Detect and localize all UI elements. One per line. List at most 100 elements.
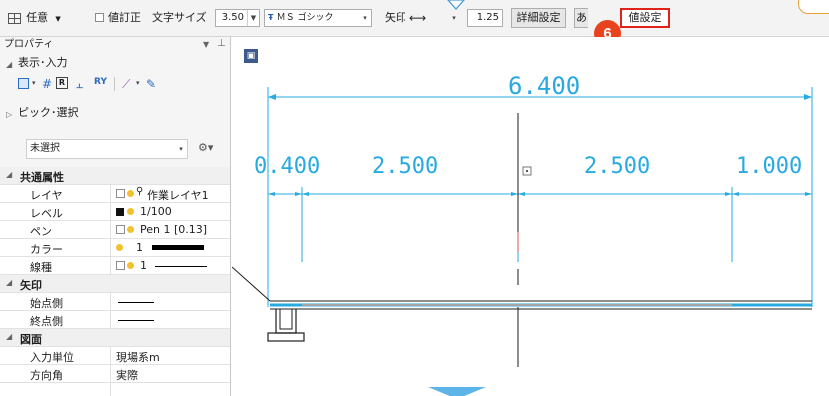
grid-divider (110, 239, 111, 257)
row-layer-value: 作業レイヤ1 (147, 189, 209, 202)
row-layer-key: レイヤ (30, 189, 63, 202)
row-input-unit[interactable]: 入力単位 現場系m (0, 347, 230, 365)
bulb-icon (127, 226, 134, 233)
layer-checkbox[interactable] (116, 189, 125, 198)
row-pen-value: Pen 1 [0.13] (140, 223, 208, 236)
overall-dimension[interactable]: 6.400 (508, 73, 580, 99)
value-correct-label: 値訂正 (108, 11, 141, 24)
dimension-2[interactable]: 2.500 (372, 155, 438, 179)
grid-divider (110, 203, 111, 221)
dimension-3[interactable]: 2.500 (584, 155, 650, 179)
category-arrow[interactable]: ◢ 矢印 (0, 275, 230, 293)
row-linetype-value: 1 (140, 259, 147, 272)
bulb-icon (127, 190, 134, 197)
row-color-value: 1 (136, 241, 143, 254)
eyedropper-icon[interactable]: ✎ (146, 77, 156, 91)
bulb-icon (116, 244, 123, 251)
selection-dropdown[interactable]: 未選択 ▾ (26, 139, 188, 159)
line-sample (155, 266, 207, 267)
grid-divider (110, 365, 111, 383)
font-combo[interactable]: Ŧ ＭＳ ゴシック ▾ (264, 9, 372, 27)
category-drawing-label: 図面 (20, 333, 42, 346)
partial-button[interactable]: あ (574, 8, 588, 28)
row-linetype-key: 線種 (30, 261, 52, 274)
chevron-down-icon[interactable]: ▾ (32, 79, 36, 87)
row-level[interactable]: レベル 1/100 (0, 203, 230, 221)
arrow-size-input[interactable]: 1.25 (467, 9, 503, 27)
section-pick-select[interactable]: ピック･選択 (18, 106, 79, 120)
top-pointer-icon (447, 0, 465, 10)
row-color[interactable]: カラー 1 (0, 239, 230, 257)
chevron-down-icon: ▼ (247, 10, 259, 26)
chevron-down-icon[interactable]: ▾ (136, 79, 140, 87)
text-size-label: 文字サイズ (152, 11, 207, 24)
double-arrow-icon: ⟷ (409, 11, 427, 25)
mode-dropdown[interactable]: 任意 ▼ (4, 9, 62, 27)
grid-divider (110, 311, 111, 329)
row-end-side[interactable]: 終点側 (0, 311, 230, 329)
row-pen-key: ペン (30, 225, 52, 238)
color-bar (152, 245, 204, 250)
ruler-icon[interactable]: R (56, 77, 68, 89)
expand-icon[interactable]: ▷ (6, 108, 12, 122)
collapse-icon: ◢ (6, 170, 13, 179)
panel-header: プロパティ ▼ ⊥ (0, 37, 230, 53)
magnifier-icon: ⚲ (136, 186, 144, 197)
row-level-value: 1/100 (140, 205, 172, 218)
font-value: ＭＳ ゴシック (276, 13, 334, 23)
bulb-icon (127, 262, 134, 269)
arrow-label: 矢印 (385, 11, 407, 24)
collapse-icon: ◢ (6, 278, 13, 287)
bulb-icon (127, 208, 134, 215)
drawing-canvas[interactable]: ▣ 6.400 0.400 2.500 2.500 1.000 (232, 37, 829, 396)
row-pen[interactable]: ペン Pen 1 [0.13] (0, 221, 230, 239)
row-direction[interactable]: 方向角 実際 (0, 365, 230, 383)
toolbar: 任意 ▼ 値訂正 文字サイズ 3.50 ▼ Ŧ ＭＳ ゴシック ▾ 矢印 ⟷ ▾… (0, 0, 829, 37)
category-common-label: 共通属性 (20, 171, 64, 184)
row-end-side-key: 終点側 (30, 315, 63, 328)
grid-divider (110, 185, 111, 203)
coordinate-icon[interactable]: RY (94, 77, 107, 87)
chevron-down-icon: ▾ (452, 14, 456, 22)
section-display-input[interactable]: 表示･入力 (18, 56, 68, 70)
display-icon-row: ▾ # R ⫠ RY ⟋ ▾ ✎ (18, 77, 198, 93)
panel-menu-icon[interactable]: ▼ (203, 38, 209, 52)
row-start-side[interactable]: 始点側 (0, 293, 230, 311)
category-common[interactable]: ◢ 共通属性 (0, 167, 230, 185)
row-direction-value: 実際 (116, 369, 138, 382)
row-start-side-key: 始点側 (30, 297, 63, 310)
pen-checkbox[interactable] (116, 225, 125, 234)
collapse-icon: ◢ (6, 332, 13, 341)
cube-icon[interactable] (18, 78, 29, 89)
detail-settings-button[interactable]: 詳細設定 (511, 8, 566, 28)
pen-tool-icon[interactable]: ⟋ (122, 77, 130, 92)
category-drawing[interactable]: ◢ 図面 (0, 329, 230, 347)
value-settings-button[interactable]: 値設定 (620, 8, 670, 28)
dimension-1[interactable]: 0.400 (254, 155, 320, 179)
line-sample (118, 320, 154, 321)
value-correct-checkbox[interactable] (95, 13, 104, 22)
grid-divider (110, 221, 111, 239)
dimension-4[interactable]: 1.000 (736, 155, 802, 179)
row-level-key: レベル (30, 207, 63, 220)
separator (114, 77, 115, 91)
wrench-icon[interactable]: ⚙▾ (198, 141, 213, 155)
align-icon[interactable]: ⫠ (76, 77, 83, 92)
chevron-down-icon: ▾ (179, 145, 183, 153)
chevron-down-icon: ▼ (55, 15, 61, 23)
row-input-unit-key: 入力単位 (30, 351, 74, 364)
row-layer[interactable]: レイヤ ⚲ 作業レイヤ1 (0, 185, 230, 203)
line-sample (118, 302, 154, 303)
collapse-icon[interactable]: ◢ (6, 58, 12, 72)
row-linetype[interactable]: 線種 1 (0, 257, 230, 275)
grid-icon[interactable]: # (42, 77, 52, 91)
pin-icon[interactable]: ⊥ (217, 37, 226, 51)
font-type-icon: Ŧ (268, 13, 274, 22)
property-panel: プロパティ ▼ ⊥ ◢ 表示･入力 ▾ # R ⫠ RY ⟋ ▾ ✎ ▷ ピック… (0, 37, 231, 396)
panel-title: プロパティ (4, 39, 54, 50)
linetype-checkbox[interactable] (116, 261, 125, 270)
row-color-key: カラー (30, 243, 63, 256)
text-size-value: 3.50 (221, 12, 244, 23)
category-arrow-label: 矢印 (20, 279, 42, 292)
text-size-combo[interactable]: 3.50 ▼ (215, 9, 260, 27)
